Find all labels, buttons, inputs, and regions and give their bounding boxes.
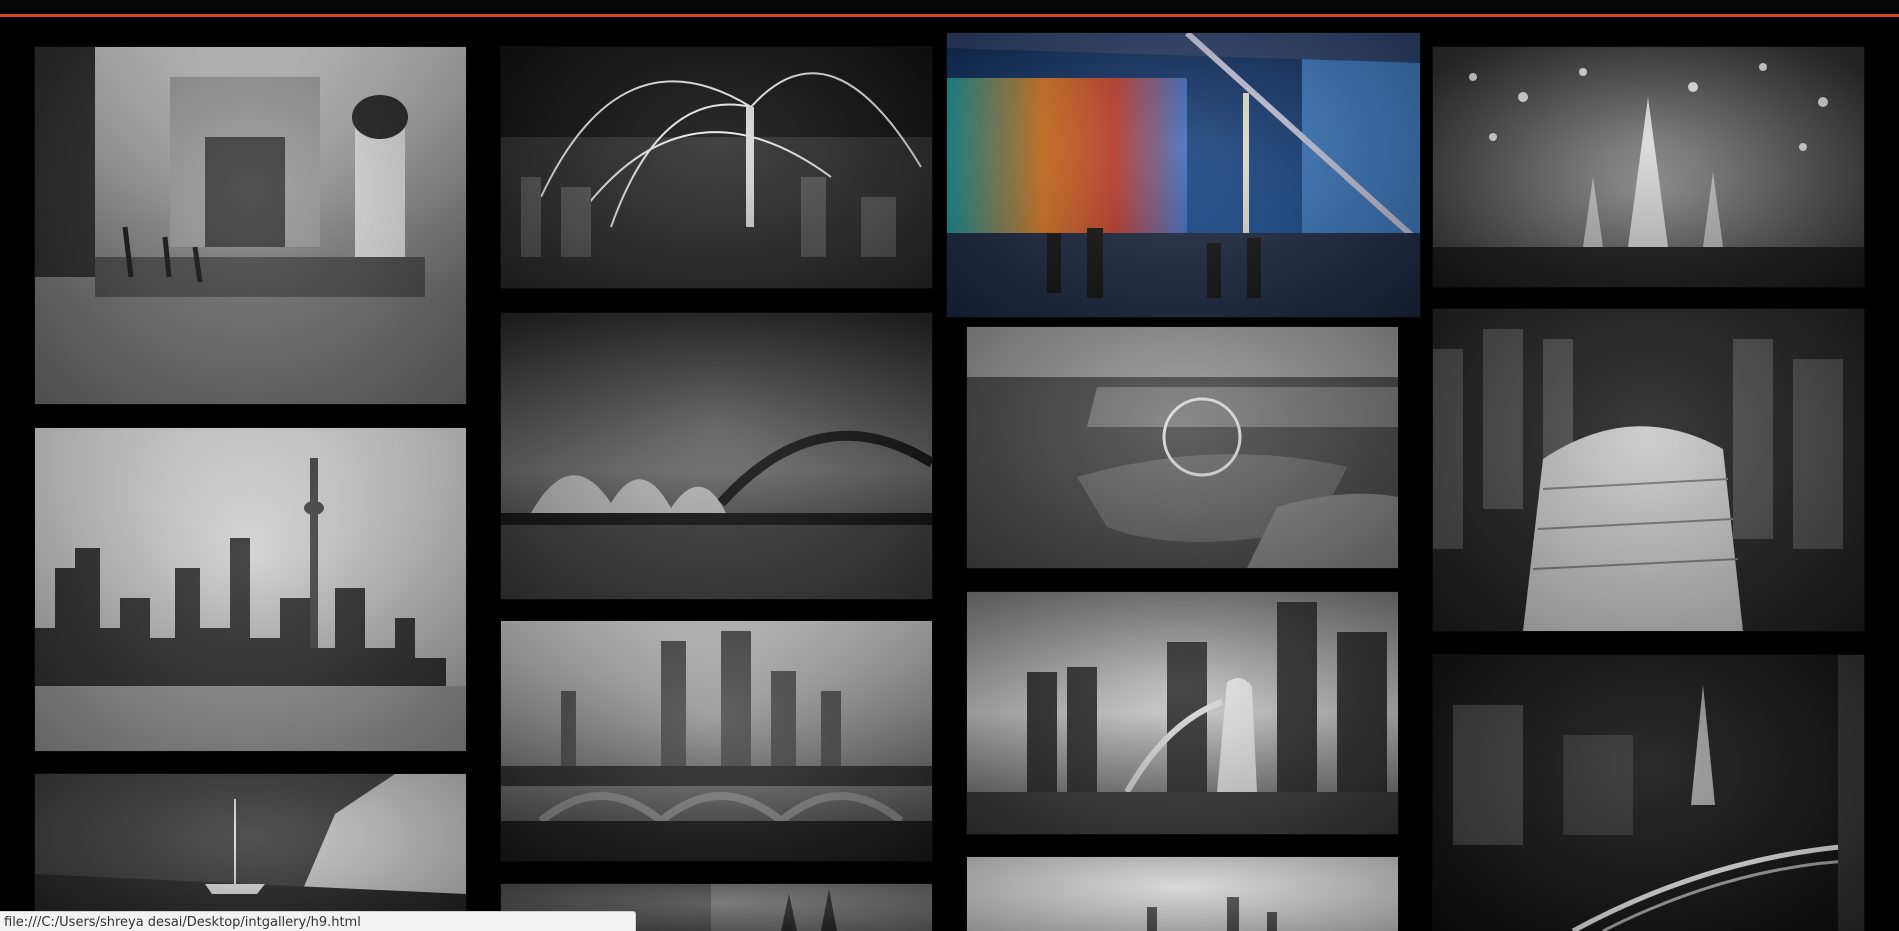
- sydney-opera-house: [501, 313, 932, 599]
- photo-tile[interactable]: [501, 313, 932, 599]
- photo-tile[interactable]: [967, 592, 1398, 834]
- photo-tile[interactable]: [35, 47, 466, 404]
- photo-tile[interactable]: [967, 857, 1398, 931]
- tokyo-network-night: [501, 47, 932, 288]
- ain-dubai-aerial: [967, 327, 1398, 568]
- browser-status-bar: file:///C:/Users/shreya desai/Desktop/in…: [0, 911, 636, 931]
- las-vegas-strip: [1433, 655, 1864, 931]
- arc-de-triomphe-painting: [35, 47, 466, 404]
- bangkok-rooftop-tower: [1433, 309, 1864, 631]
- photo-tile[interactable]: [501, 47, 932, 288]
- photo-tile[interactable]: [947, 33, 1420, 317]
- dubai-mall-night: [947, 33, 1420, 317]
- singapore-merlion: [967, 592, 1398, 834]
- photo-tile[interactable]: [967, 327, 1398, 568]
- santorini-harbour: [35, 774, 466, 931]
- wat-arun-lanterns: [1433, 47, 1864, 287]
- melbourne-princes-bridge: [501, 621, 932, 861]
- photo-tile[interactable]: [501, 621, 932, 861]
- toronto-skyline: [35, 428, 466, 751]
- photo-tile[interactable]: [1433, 655, 1864, 931]
- status-url: file:///C:/Users/shreya desai/Desktop/in…: [4, 915, 361, 930]
- top-bar: [0, 0, 1899, 14]
- cloudy-skyline: [967, 857, 1398, 931]
- photo-tile[interactable]: [35, 428, 466, 751]
- photo-tile[interactable]: [1433, 47, 1864, 287]
- accent-line: [0, 14, 1899, 17]
- photo-tile[interactable]: [1433, 309, 1864, 631]
- photo-tile[interactable]: [35, 774, 466, 931]
